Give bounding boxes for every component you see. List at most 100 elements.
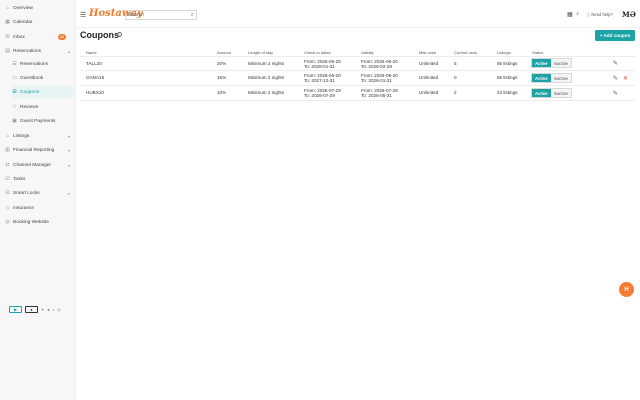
listing-icon: ⌂ — [5, 133, 10, 139]
validity-to: To: 2026-02-29 — [361, 64, 392, 69]
max-uses: Unlimited — [419, 90, 439, 95]
calendar-icon: ▦ — [5, 19, 10, 25]
column-header-current-uses: Current uses — [454, 50, 477, 55]
column-header-status: Status — [532, 50, 544, 55]
star-icon: ☆ — [12, 104, 17, 110]
chevron-down-icon: ▾ — [67, 190, 70, 196]
checkin-to: To: 2027-12-31 — [304, 78, 335, 83]
status-toggle: Active Inactive — [531, 88, 573, 98]
edit-icon[interactable]: ✎ — [613, 60, 618, 67]
instagram-icon[interactable]: ◎ — [57, 307, 61, 312]
status-active-button[interactable]: Active — [532, 74, 551, 82]
column-header-max-uses: Max uses — [419, 50, 437, 55]
chevron-down-icon: ▾ — [67, 133, 70, 139]
list-icon: ☰ — [12, 61, 17, 67]
home-icon: ⌂ — [5, 5, 10, 11]
inbox-count-badge: 36 — [57, 34, 66, 40]
status-inactive-button[interactable]: Inactive — [550, 74, 572, 82]
chevron-down-icon: ▾ — [67, 147, 70, 153]
sidebar-item-channel-manager[interactable]: ⇄ Channel Manager ▾ — [5, 159, 73, 171]
listings-count[interactable]: 56 listings — [497, 75, 517, 81]
apple-store-icon[interactable]: ● — [25, 306, 38, 313]
table-divider — [80, 100, 635, 101]
status-active-button[interactable]: Active — [532, 89, 551, 97]
need-help-link[interactable]: ⓘ Need help? — [586, 12, 613, 18]
checkin-to: To: 2026-07-29 — [304, 93, 335, 98]
column-header-listings: Listings — [497, 50, 511, 55]
app-store-badges: ▶ ● ✦ ● ▪ ◎ — [9, 306, 61, 313]
column-header-check-in-dates: Check-in dates — [304, 50, 331, 55]
menu-icon[interactable]: ☰ — [80, 11, 86, 19]
globe-icon: ◎ — [5, 219, 10, 225]
page-title: Coupons — [80, 30, 119, 40]
table-divider — [80, 70, 635, 71]
edit-icon[interactable]: ✎ — [613, 90, 618, 97]
sidebar-item-insurance[interactable]: ◇ Insurance — [5, 202, 73, 214]
edit-icon[interactable]: ✎ — [613, 75, 618, 82]
sidebar-item-tasks[interactable]: ☑ Tasks — [5, 173, 73, 185]
inbox-icon: ✉ — [5, 34, 10, 40]
listings-count[interactable]: 23 listings — [497, 90, 517, 96]
column-header-name: Name — [86, 50, 97, 55]
status-inactive-button[interactable]: Inactive — [550, 89, 572, 97]
current-uses: 2 — [454, 90, 457, 95]
delete-icon[interactable]: ✕ — [623, 75, 628, 82]
info-icon[interactable]: i — [117, 32, 122, 37]
sidebar-item-booking-website[interactable]: ◎ Booking Website — [5, 216, 73, 228]
sidebar-subitem-reservations[interactable]: ☰ Reservations — [12, 58, 74, 70]
sidebar: ⌂ Overview ▦ Calendar ✉ Inbox 36 ▤ Reservatio… — [0, 0, 76, 400]
sidebar-item-reservations[interactable]: ▤ Reservations ▴ — [5, 45, 73, 57]
table-divider — [80, 56, 635, 57]
lock-icon: ⊡ — [5, 190, 10, 196]
sidebar-subitem-reviews[interactable]: ☆ Reviews — [12, 101, 74, 113]
sidebar-item-inbox[interactable]: ✉ Inbox 36 — [5, 31, 73, 43]
google-play-icon[interactable]: ▶ — [9, 306, 22, 313]
coupon-amount: 10% — [217, 90, 227, 95]
coupon-name: TALL20 — [86, 61, 102, 66]
sidebar-subitem-coupons[interactable]: ⊞ Coupons — [12, 86, 74, 98]
coupon-stay: Minimum 2 nights — [248, 75, 284, 80]
status-toggle: Active Inactive — [531, 73, 573, 83]
bell-icon[interactable]: ♪ — [576, 11, 579, 17]
status-active-button[interactable]: Active — [532, 59, 551, 67]
coupon-amount: 20% — [217, 61, 227, 66]
search-input[interactable]: Search ⌕ — [125, 10, 197, 20]
calendar-grid-icon[interactable]: ▦ — [567, 11, 573, 18]
sidebar-item-overview[interactable]: ⌂ Overview — [5, 2, 73, 14]
sidebar-subitem-guest-payments[interactable]: ▣ Guest Payments — [12, 115, 74, 127]
facebook-icon[interactable]: ● — [47, 307, 49, 312]
tasks-icon: ☑ — [5, 176, 10, 182]
status-inactive-button[interactable]: Inactive — [550, 59, 572, 67]
book-icon: ▭ — [12, 75, 17, 81]
checkin-to: To: 2028-01-31 — [304, 64, 335, 69]
max-uses: Unlimited — [419, 61, 439, 66]
coupon-amount: 15% — [217, 75, 227, 80]
current-uses: 0 — [454, 75, 457, 80]
twitter-icon[interactable]: ✦ — [41, 307, 44, 312]
current-uses: 5 — [454, 61, 457, 66]
sidebar-item-financial-reporting[interactable]: ▥ Financial Reporting ▾ — [5, 144, 73, 156]
chevron-down-icon: ▾ — [67, 162, 70, 168]
help-chat-button[interactable]: H — [619, 282, 634, 297]
listings-count[interactable]: 56 listings — [497, 61, 517, 67]
column-header-length-of-stay: Length of stay — [248, 50, 274, 55]
coupon-name: HUBX10 — [86, 90, 104, 95]
validity-to: To: 2028-01-31 — [361, 78, 392, 83]
table-divider — [80, 85, 635, 86]
payment-icon: ▣ — [12, 118, 17, 124]
max-uses: Unlimited — [419, 75, 439, 80]
avatar[interactable]: MƏ — [622, 10, 636, 19]
linkedin-icon[interactable]: ▪ — [53, 307, 54, 312]
report-icon: ▥ — [5, 147, 10, 153]
coupon-stay: Minimum 2 nights — [248, 61, 284, 66]
column-header-validity: Validity — [361, 50, 374, 55]
sidebar-item-listings[interactable]: ⌂ Listings ▾ — [5, 130, 73, 142]
sidebar-item-smart-locks[interactable]: ⊡ Smart Locks ▾ — [5, 187, 73, 199]
validity-to: To: 2026-05-31 — [361, 93, 392, 98]
sidebar-item-calendar[interactable]: ▦ Calendar — [5, 16, 73, 28]
channel-icon: ⇄ — [5, 162, 10, 168]
sidebar-subitem-guestbook[interactable]: ▭ Guestbook — [12, 72, 74, 84]
coupon-name: OANA15 — [86, 75, 105, 80]
add-coupon-button[interactable]: + Add coupon — [595, 30, 635, 41]
coupon-icon: ⊞ — [12, 89, 17, 95]
